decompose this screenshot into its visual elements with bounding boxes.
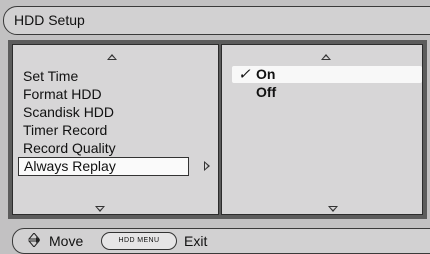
scroll-up-arrow-icon[interactable]: [107, 54, 117, 60]
menu-item-scandisk-hdd[interactable]: Scandisk HDD: [23, 104, 114, 121]
title-bar: HDD Setup: [3, 6, 430, 35]
page-title: HDD Setup: [14, 12, 85, 28]
hdd-menu-key[interactable]: HDD MENU: [101, 232, 177, 250]
option-on[interactable]: On: [256, 66, 275, 83]
up-down-navigation-icon: [27, 233, 41, 247]
menu-item-always-replay[interactable]: Always Replay: [18, 157, 189, 176]
submenu-right-arrow-icon: [204, 161, 210, 171]
checkmark-icon: ✓: [238, 66, 251, 83]
menu-item-format-hdd[interactable]: Format HDD: [23, 86, 102, 103]
menu-item-set-time[interactable]: Set Time: [23, 68, 78, 85]
menu-item-record-quality[interactable]: Record Quality: [23, 140, 116, 157]
exit-label: Exit: [184, 233, 208, 249]
move-label: Move: [49, 233, 84, 249]
scroll-down-arrow-icon[interactable]: [328, 206, 338, 212]
footer-bar: Move HDD MENU Exit: [12, 228, 430, 254]
option-off[interactable]: Off: [256, 84, 276, 101]
menu-item-timer-record[interactable]: Timer Record: [23, 122, 107, 139]
scroll-up-arrow-icon[interactable]: [321, 54, 331, 60]
scroll-down-arrow-icon[interactable]: [95, 206, 105, 212]
